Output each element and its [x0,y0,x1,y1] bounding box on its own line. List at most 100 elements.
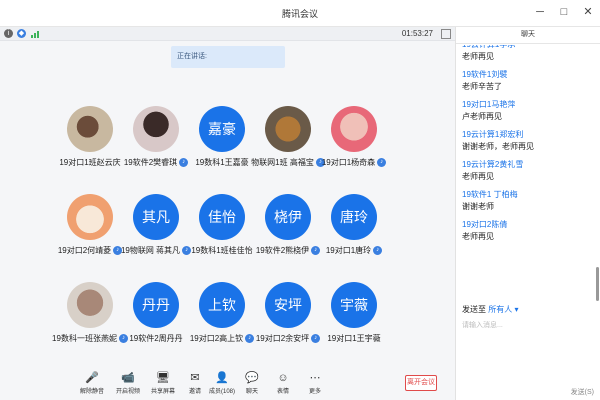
chat-scrollbar[interactable] [596,267,599,301]
chat-sender[interactable]: 19对口1马艳萍 [462,99,594,111]
share-screen-label: 共享屏幕 [150,389,175,395]
chat-sender[interactable]: 19云计算2黄礼雪 [462,159,594,171]
chevron-down-icon[interactable]: ▾ [512,305,518,314]
microphone-icon: ♪ [179,158,189,167]
send-button[interactable]: 发送(S) [571,387,594,397]
participant-tile[interactable]: 唐玲 19对口1唐玲 ♪ [321,194,387,256]
chat-sender[interactable]: 19软件1 丁柏梅 [462,189,594,201]
microphone-icon: ♪ [245,334,255,343]
participant-name-row: 19数科一班张燕妮 ♪ [52,333,128,344]
participant-tile[interactable]: 19软件2樊睿琪 ♪ [123,106,189,168]
participant-name-row: 19对口1班赵云庆 [59,157,120,168]
avatar [133,106,179,152]
microphone-icon: ♪ [373,246,383,255]
layout-grid-icon[interactable] [441,29,451,39]
info-icon[interactable]: i [4,29,13,38]
participant-name-row: 19对口2余安坪 ♪ [255,333,321,344]
shield-icon[interactable]: ◆ [17,29,26,38]
avatar: 嘉豪 [199,106,245,152]
participant-name: 19软件2樊睿琪 [123,158,178,167]
microphone-icon: ♪ [377,158,387,167]
participant-name: 19数科1王嘉豪 [195,158,249,167]
chat-text: 老师再见 [462,52,494,61]
participant-tile[interactable]: 19对口1杨奇森 ♪ [321,106,387,168]
participant-name: 19对口2余安坪 [255,334,310,343]
participant-name-row: 19对口1杨奇森 ♪ [322,157,387,168]
start-video-icon: 📹 [121,372,135,384]
unmute-icon: 🎤 [85,372,99,384]
maximize-icon[interactable]: □ [558,5,570,19]
chat-message: 19软件1 丁柏梅 谢谢老师 [462,189,594,213]
reactions-icon: ☺ [277,372,289,384]
participant-name-row: 19软件2熊桡伊 ♪ [256,245,321,256]
start-video-button[interactable]: 📹 开启视频 [113,372,143,395]
invite-label: 邀请 [188,389,201,395]
invite-icon: ✉ [190,372,200,384]
microphone-icon: ♪ [311,334,321,343]
participant-tile[interactable]: 上钦 19对口2高上钦 ♪ [189,282,255,344]
reactions-label: 表情 [276,389,289,395]
participant-tile[interactable]: 其凡 19物联网 蒋其凡 ♪ [120,194,192,256]
chat-title: 聊天 [456,27,600,44]
members-label: 成员(108) [208,389,235,395]
reactions-button[interactable]: ☺ 表情 [268,372,298,395]
participant-name: 19对口1王宇薇 [327,334,381,343]
chat-sender[interactable]: 19对口2陈倩 [462,219,594,231]
chat-sender[interactable]: 19软件1刘襞 [462,69,594,81]
chat-input[interactable]: 请输入消息... [462,320,596,370]
close-icon[interactable]: ✕ [582,5,594,19]
chat-message: 19云计算2黄礼雪 老师再见 [462,159,594,183]
leave-meeting-button[interactable]: 离开会议 [405,375,437,391]
participant-name-row: 19软件2周丹丹 [129,333,182,344]
participant-name: 19数科一班张燕妮 [52,334,117,343]
minimize-icon[interactable]: ─ [534,5,546,19]
unmute-button[interactable]: 🎤 解除静音 [77,372,107,395]
participant-tile[interactable]: 19对口1班赵云庆 [57,106,123,168]
participant-tile[interactable]: 安坪 19对口2余安坪 ♪ [255,282,321,344]
participant-grid: 19对口1班赵云庆 19软件2樊睿琪 ♪ 嘉豪 19数科1王嘉豪 物联网1班 高福宝 ♪ 19… [52,106,387,370]
chat-message: 19对口2陈倩 老师再见 [462,219,594,243]
members-icon: 👤 [215,372,229,384]
participant-name: 19对口1唐玲 [325,246,372,255]
chat-message-list[interactable]: 19云计算1李承老师再见 19软件1刘襞老师辛苦了 19对口1马艳萍卢老师再见 19云… [462,45,594,297]
meeting-area: i ◆ 01:53:27 正在讲话: 19对口1班赵云庆 19软件2樊睿琪 ♪ 嘉豪 1… [0,27,455,400]
chat-panel: 聊天 19云计算1李承老师再见 19软件1刘襞老师辛苦了 19对口1马艳萍卢老师再见… [455,27,600,400]
participant-row: 19对口1班赵云庆 19软件2樊睿琪 ♪ 嘉豪 19数科1王嘉豪 物联网1班 高福宝 ♪ 19… [57,106,387,168]
more-button[interactable]: ⋯ 更多 [300,372,330,395]
participant-name: 19数科1班桂佳怡 [191,246,253,255]
participant-name: 19对口1班赵云庆 [59,158,121,167]
window-title: 腾讯会议 [281,9,318,19]
avatar [67,194,113,240]
send-to-row: 发送至 所有人 ▾ [462,304,518,315]
window-controls: ─ □ ✕ [534,5,594,19]
chat-message: 19云计算1郑宏利 谢谢老师，老师再见 [462,129,594,153]
chat-sender[interactable]: 19云计算1郑宏利 [462,129,594,141]
chat-message: 19软件1刘襞 老师辛苦了 [462,69,594,93]
share-screen-button[interactable]: 🖥 共享屏幕 [148,372,178,395]
meeting-info-bar: i ◆ 01:53:27 [0,27,455,41]
meeting-timer: 01:53:27 [401,29,433,38]
send-to-target-dropdown[interactable]: 所有人 [488,305,512,314]
more-icon: ⋯ [309,372,321,384]
invite-button[interactable]: ✉ 邀请 [180,372,210,395]
participant-tile[interactable]: 嘉豪 19数科1王嘉豪 [189,106,255,168]
avatar: 桡伊 [265,194,311,240]
participant-tile[interactable]: 桡伊 19软件2熊桡伊 ♪ [255,194,321,256]
chat-button[interactable]: 💬 聊天 [237,372,267,395]
participant-tile[interactable]: 19对口2何靖菱 ♪ [57,194,123,256]
participant-tile[interactable]: 佳怡 19数科1班桂佳怡 [189,194,255,256]
participant-tile[interactable]: 丹丹 19软件2周丹丹 [123,282,189,344]
participant-name-row: 19数科1班桂佳怡 [191,245,252,256]
participant-name: 19物联网 蒋其凡 [120,246,181,255]
speaking-indicator: 正在讲话: [171,46,285,68]
share-screen-icon: 🖥 [156,372,170,384]
participant-name-row: 19对口1王宇薇 [327,333,380,344]
participant-tile[interactable]: 宇薇 19对口1王宇薇 [321,282,387,344]
meeting-toolbar: 离开会议 🎤 解除静音 📹 开启视频 🖥 共享屏幕 ✉ 邀请 👤 成员(108) 💬 聊天 ☺ 表情 ⋯ 更多 [0,368,455,400]
members-button[interactable]: 👤 成员(108) [207,372,237,395]
chat-icon: 💬 [245,372,259,384]
signal-icon[interactable] [30,29,40,38]
participant-tile[interactable]: 物联网1班 高福宝 ♪ [251,106,325,168]
participant-tile[interactable]: 19数科一班张燕妮 ♪ [52,282,128,344]
participant-row: 19对口2何靖菱 ♪ 其凡 19物联网 蒋其凡 ♪ 佳怡 19数科1班桂佳怡 桡伊 19软件2熊… [57,194,387,256]
